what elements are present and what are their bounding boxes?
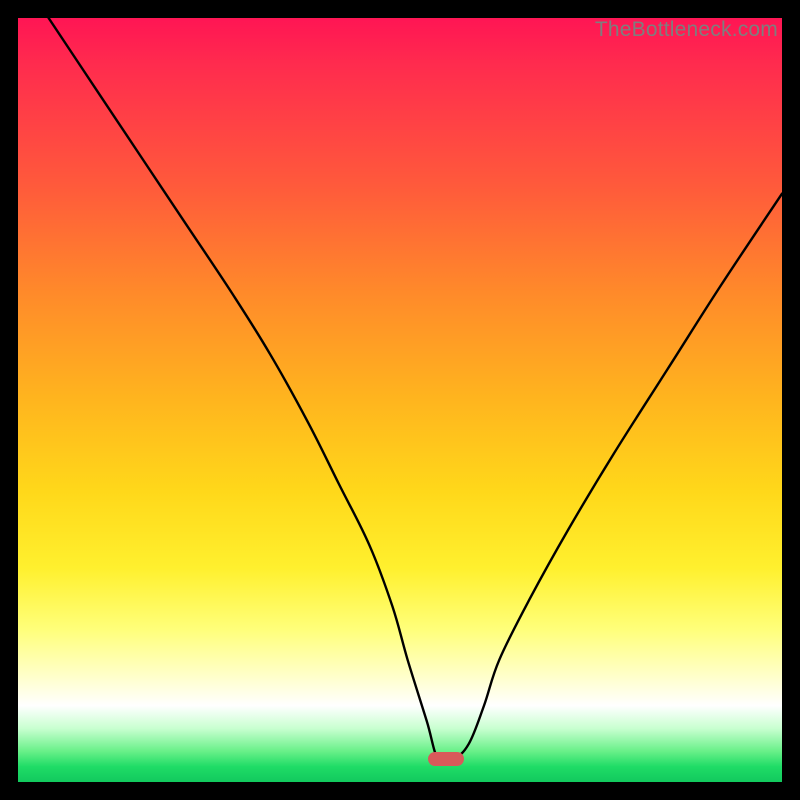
chart-frame: TheBottleneck.com (0, 0, 800, 800)
bottleneck-curve-path (49, 18, 782, 763)
optimal-marker (428, 752, 464, 766)
curve-layer (18, 18, 782, 782)
plot-area: TheBottleneck.com (18, 18, 782, 782)
